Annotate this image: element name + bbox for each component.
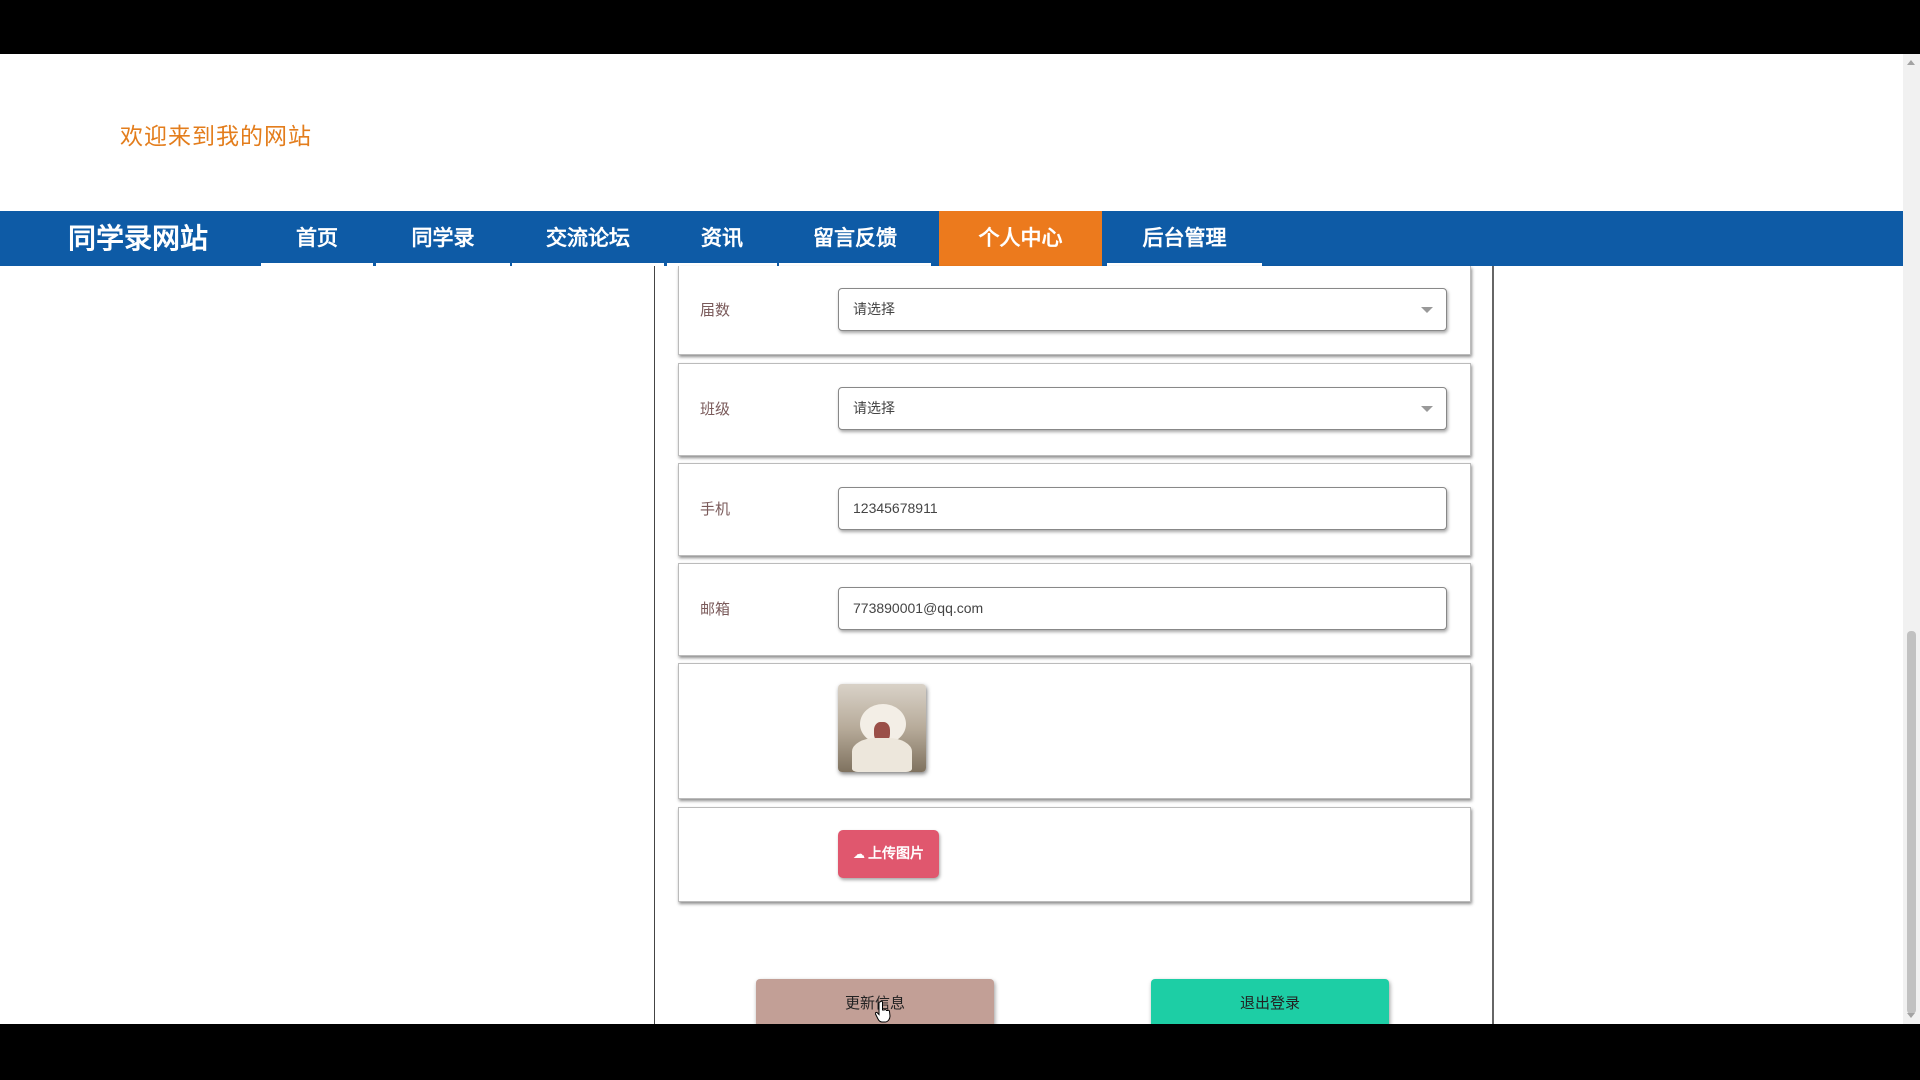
nav-item-news[interactable]: 资讯: [667, 211, 777, 266]
logout-button[interactable]: 退出登录: [1151, 979, 1389, 1024]
main-navbar: 同学录网站 首页 同学录 交流论坛 资讯 留言反馈 个人中心 后台管理: [0, 211, 1903, 266]
nav-item-classmates[interactable]: 同学录: [376, 211, 510, 266]
phone-input[interactable]: 12345678911: [838, 487, 1447, 530]
form-row-class: 班级 请选择: [678, 363, 1471, 456]
email-input-value: 773890001@qq.com: [853, 600, 984, 616]
class-select[interactable]: 请选择: [838, 387, 1447, 430]
nav-item-home[interactable]: 首页: [261, 211, 373, 266]
upload-image-label: 上传图片: [868, 846, 924, 862]
scroll-down-arrow-icon[interactable]: [1907, 1013, 1915, 1018]
cat-body-shape: [852, 738, 912, 772]
nav-item-feedback[interactable]: 留言反馈: [779, 211, 931, 266]
avatar-image: [838, 684, 926, 772]
nav-item-personal-center[interactable]: 个人中心: [939, 211, 1102, 266]
form-row-avatar: [678, 663, 1471, 799]
welcome-text: 欢迎来到我的网站: [120, 124, 312, 150]
form-row-session: 届数 请选择: [678, 266, 1471, 355]
phone-label: 手机: [700, 500, 731, 518]
scrollbar-thumb[interactable]: [1907, 631, 1916, 1014]
session-select-value: 请选择: [853, 301, 895, 317]
session-label: 届数: [700, 301, 731, 319]
cloud-upload-icon: ☁: [853, 847, 865, 861]
chevron-down-icon: [1421, 406, 1433, 412]
chevron-down-icon: [1421, 307, 1433, 313]
session-select[interactable]: 请选择: [838, 288, 1447, 331]
nav-item-forum[interactable]: 交流论坛: [512, 211, 664, 266]
profile-form-panel: 届数 请选择 班级 请选择 手机 12345678911 邮箱 77389000…: [654, 266, 1494, 1024]
upload-image-button[interactable]: ☁ 上传图片: [838, 830, 939, 878]
nav-item-admin[interactable]: 后台管理: [1107, 211, 1262, 266]
phone-input-value: 12345678911: [853, 500, 938, 516]
page-scrollbar[interactable]: [1903, 54, 1920, 1024]
email-label: 邮箱: [700, 600, 731, 618]
email-input[interactable]: 773890001@qq.com: [838, 587, 1447, 630]
site-brand[interactable]: 同学录网站: [68, 211, 208, 266]
form-row-upload: ☁ 上传图片: [678, 807, 1471, 902]
form-row-email: 邮箱 773890001@qq.com: [678, 563, 1471, 656]
class-label: 班级: [700, 400, 731, 418]
scroll-up-arrow-icon[interactable]: [1907, 60, 1915, 65]
form-row-phone: 手机 12345678911: [678, 463, 1471, 556]
class-select-value: 请选择: [853, 400, 895, 416]
browser-viewport: 欢迎来到我的网站 同学录网站 首页 同学录 交流论坛 资讯 留言反馈 个人中心 …: [0, 54, 1920, 1024]
hand-pointer-cursor-icon: [875, 1001, 891, 1023]
